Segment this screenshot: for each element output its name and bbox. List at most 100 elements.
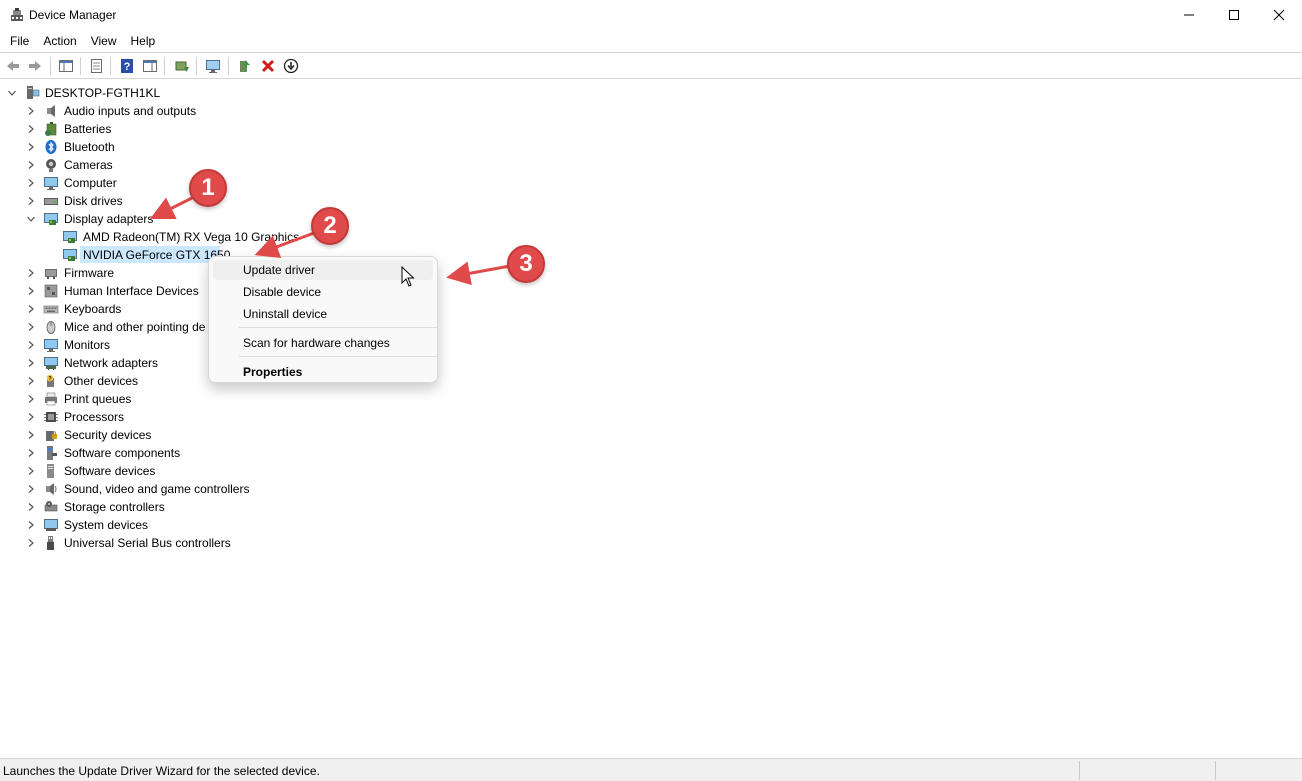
expand-toggle[interactable] [26,520,36,530]
back-button[interactable] [3,56,23,76]
expand-toggle[interactable] [26,286,36,296]
tree-label: Cameras [64,158,113,172]
ctx-uninstall-device[interactable]: Uninstall device [213,304,433,324]
other-devices-icon: ? [46,374,54,387]
tree-category-storage-controllers[interactable]: Storage controllers [0,498,600,516]
expand-toggle[interactable] [26,106,36,116]
expand-toggle[interactable] [26,448,36,458]
tree-category-computer[interactable]: Computer [0,174,600,192]
expand-toggle[interactable] [26,178,36,188]
expand-toggle[interactable] [26,358,36,368]
expand-toggle[interactable] [26,538,36,548]
mouse-icon [46,321,56,334]
chevron-right-icon [28,377,34,385]
firmware-icon [45,269,57,279]
menu-help[interactable]: Help [124,31,163,51]
ctx-scan-hardware[interactable]: Scan for hardware changes [213,333,433,353]
camera-icon [46,159,56,172]
expand-toggle[interactable] [26,412,36,422]
expand-toggle[interactable] [26,430,36,440]
chevron-right-icon [28,467,34,475]
storage-icon [44,501,58,512]
tree-category-batteries[interactable]: Batteries [0,120,600,138]
tree-category-security-devices[interactable]: Security devices [0,426,600,444]
tree-category-print-queues[interactable]: Print queues [0,390,600,408]
tree-category-software-components[interactable]: Software components [0,444,600,462]
minimize-button[interactable] [1166,0,1212,30]
expand-toggle[interactable] [26,142,36,152]
minimize-icon [1184,14,1194,16]
tree-label: Display adapters [64,212,154,226]
enable-device-button[interactable] [234,56,254,76]
printer-icon-wrap [43,391,59,407]
tree-category-software-devices[interactable]: Software devices [0,462,600,480]
tree-category-cameras[interactable]: Cameras [0,156,600,174]
tree-label: AMD Radeon(TM) RX Vega 10 Graphics [83,230,300,244]
tree-device-amd-radeon[interactable]: AMD Radeon(TM) RX Vega 10 Graphics [0,228,600,246]
expand-toggle[interactable] [26,502,36,512]
ctx-properties[interactable]: Properties [213,362,433,382]
action-pane-button[interactable] [140,56,160,76]
tree-category-audio-inputs-and-outputs[interactable]: Audio inputs and outputs [0,102,600,120]
forward-arrow-icon [29,61,41,71]
usb-icon-wrap [43,535,59,551]
forward-button[interactable] [25,56,45,76]
show-hide-tree-button[interactable] [56,56,76,76]
annotation-badge-1: 1 [189,169,227,207]
disk-drive-icon-wrap [43,193,59,209]
menu-action[interactable]: Action [36,31,83,51]
expand-toggle[interactable] [26,196,36,206]
tree-label: Mice and other pointing de [64,320,206,334]
tree-category-system-devices[interactable]: System devices [0,516,600,534]
mouse-cursor-icon [401,266,415,287]
expand-toggle[interactable] [26,322,36,332]
help-button[interactable]: ? [117,56,137,76]
chevron-right-icon [28,143,34,151]
tree-category-universal-serial-bus-controllers[interactable]: Universal Serial Bus controllers [0,534,600,552]
maximize-button[interactable] [1211,0,1257,30]
download-button[interactable] [281,56,301,76]
update-driver-button[interactable] [172,56,192,76]
battery-icon-wrap [43,121,59,137]
expand-toggle[interactable] [26,160,36,170]
firmware-icon-wrap [43,265,59,281]
menu-file[interactable]: File [3,31,36,51]
expand-toggle[interactable] [26,214,36,224]
ctx-disable-device[interactable]: Disable device [213,282,433,302]
processor-icon [44,412,58,422]
close-button[interactable] [1256,0,1302,30]
audio-icon [47,105,55,117]
update-driver-icon [175,61,189,72]
tree-root[interactable]: DESKTOP-FGTH1KL [0,84,600,102]
expand-toggle[interactable] [26,394,36,404]
expand-toggle[interactable] [26,466,36,476]
expand-toggle[interactable] [26,340,36,350]
storage-icon-wrap [43,499,59,515]
expand-toggle[interactable] [26,304,36,314]
tree-category-bluetooth[interactable]: Bluetooth [0,138,600,156]
expand-toggle[interactable] [26,484,36,494]
ctx-scan-hardware-label: Scan for hardware changes [243,336,390,350]
ctx-properties-label: Properties [243,365,303,379]
printer-icon [45,392,57,406]
expand-toggle[interactable] [26,376,36,386]
svg-text:?: ? [124,61,131,73]
tree-category-disk-drives[interactable]: Disk drives [0,192,600,210]
expand-toggle[interactable] [26,124,36,134]
uninstall-device-button[interactable] [258,56,278,76]
tree-category-processors[interactable]: Processors [0,408,600,426]
chevron-right-icon [28,107,34,115]
properties-button[interactable] [86,56,106,76]
tree-category-display-adapters[interactable]: Display adapters [0,210,600,228]
properties-icon [91,59,102,73]
tree-label: Keyboards [64,302,122,316]
tree-category-sound-video-and-game-controllers[interactable]: Sound, video and game controllers [0,480,600,498]
tree-label: Processors [64,410,125,424]
expand-toggle[interactable] [26,268,36,278]
tree-label: Audio inputs and outputs [64,104,197,118]
computer-root-icon-wrap [24,85,40,101]
expand-toggle[interactable] [7,88,17,98]
scan-hardware-button[interactable] [203,56,223,76]
menu-view[interactable]: View [84,31,124,51]
ctx-update-driver[interactable]: Update driver [213,260,433,280]
